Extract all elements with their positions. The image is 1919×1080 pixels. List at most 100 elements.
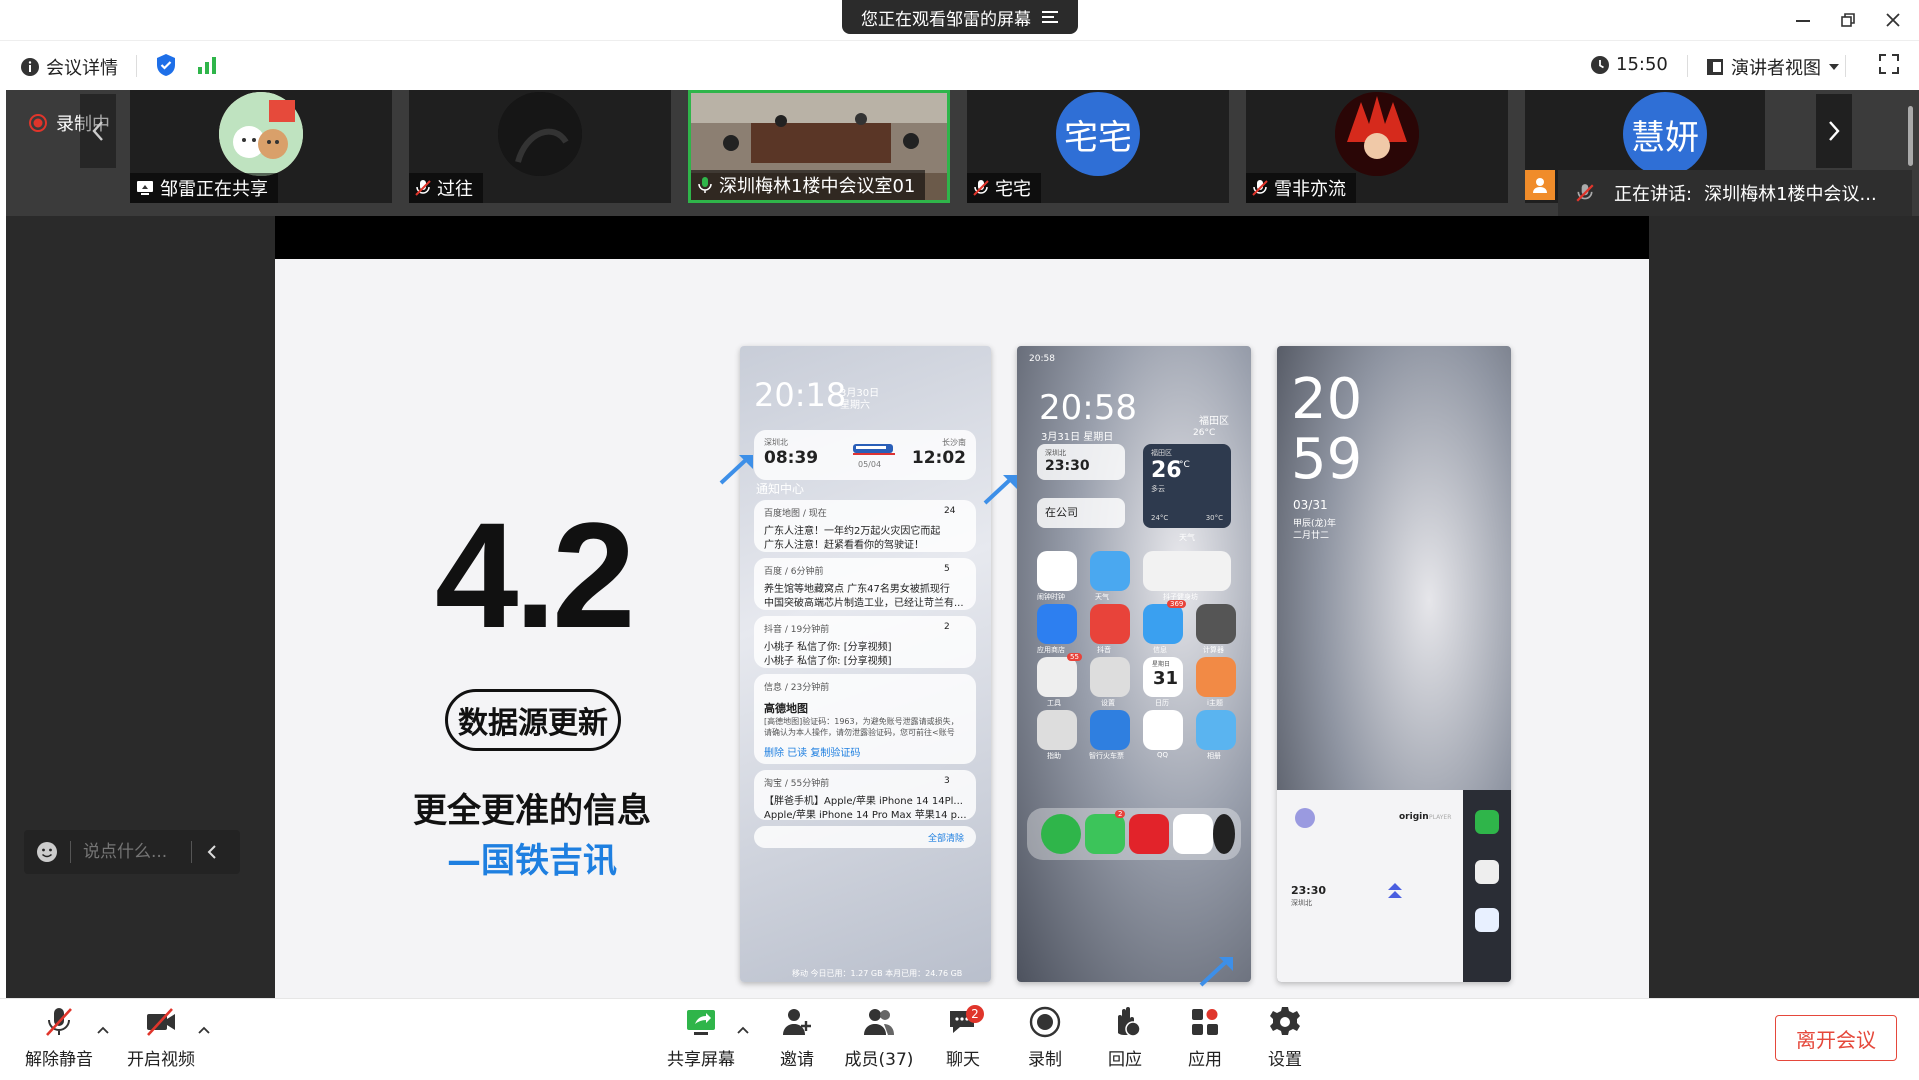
- members-label: 成员(37): [844, 1050, 914, 1070]
- react-button[interactable]: 回应: [1086, 1005, 1164, 1075]
- audio-options-caret[interactable]: [96, 1023, 110, 1039]
- assistant-folder-icon: [1037, 710, 1077, 750]
- meeting-details-label: 会议详情: [46, 58, 118, 79]
- invite-button[interactable]: 邀请: [758, 1005, 836, 1075]
- unmute-label: 解除静音: [25, 1050, 93, 1070]
- share-screen-button[interactable]: 共享屏幕: [662, 1005, 740, 1075]
- app-label: 设置: [1101, 699, 1115, 707]
- avatar: 慧妍: [1623, 92, 1707, 176]
- restore-button[interactable]: [1828, 6, 1868, 34]
- app-label: QQ: [1157, 751, 1169, 759]
- gallery-app-icon: [1196, 710, 1236, 750]
- strip-next-button[interactable]: [1816, 94, 1852, 168]
- participant-tile[interactable]: 邹雷正在共享: [130, 90, 392, 203]
- participant-tile[interactable]: 宅宅 宅宅: [967, 90, 1229, 203]
- aod-minute: 59: [1291, 427, 1363, 492]
- chat-label: 聊天: [946, 1050, 980, 1070]
- participant-name-tag: 宅宅: [967, 173, 1041, 203]
- chevron-up-icon: [198, 1026, 210, 1034]
- app-label: 天气: [1095, 593, 1109, 601]
- meeting-details-button[interactable]: 会议详情: [20, 54, 118, 80]
- record-button[interactable]: 录制: [1006, 1005, 1084, 1075]
- app-label: i主题: [1207, 699, 1223, 707]
- app-label: 相册: [1207, 752, 1221, 760]
- share-options-caret[interactable]: [736, 1023, 750, 1039]
- chat-input[interactable]: [81, 841, 185, 863]
- meeting-clock: 15:50: [1590, 54, 1668, 75]
- security-shield-button[interactable]: [155, 53, 177, 81]
- participant-name: 宅宅: [995, 179, 1031, 200]
- train-date: 05/04: [858, 460, 882, 469]
- train-ticket-app-icon: [1090, 710, 1130, 750]
- members-button[interactable]: 成员(37): [840, 1005, 918, 1075]
- clear-all-label: 全部清除: [927, 834, 964, 844]
- close-button[interactable]: [1873, 6, 1913, 34]
- chat-input-box[interactable]: [24, 830, 240, 874]
- train-dep: 08:39: [764, 448, 819, 468]
- view-mode-dropdown[interactable]: 演讲者视图: [1705, 54, 1841, 80]
- notif-source: 信息 / 23分钟前: [764, 683, 830, 693]
- fullscreen-button[interactable]: [1878, 53, 1900, 79]
- meeting-time: 15:50: [1616, 54, 1668, 75]
- chat-button[interactable]: 聊天: [924, 1005, 1002, 1075]
- fullscreen-icon: [1879, 54, 1899, 74]
- chevron-left-icon[interactable]: [206, 844, 218, 860]
- emoji-icon[interactable]: [36, 841, 58, 863]
- card-shortcut-icon: [1475, 908, 1499, 932]
- settings-button[interactable]: 设置: [1246, 1005, 1324, 1075]
- dark-portrait-avatar-icon: [498, 92, 582, 176]
- participant-tile[interactable]: 雪非亦流: [1246, 90, 1508, 203]
- mic-muted-icon: [46, 1008, 72, 1036]
- slide-top-bar: [275, 216, 1649, 259]
- strip-prev-button[interactable]: [80, 94, 116, 168]
- app-label: 计算器: [1203, 646, 1224, 654]
- aod-media-card: origin PLAYER 23:30 深圳北: [1277, 790, 1463, 982]
- view-mode-label: 演讲者视图: [1731, 58, 1821, 79]
- signal-strength-indicator[interactable]: [196, 54, 218, 80]
- office-label: 在公司: [1045, 506, 1078, 519]
- notif-source: 淘宝 / 55分钟前: [764, 779, 830, 789]
- mic-muted-icon: [1252, 180, 1268, 196]
- data-usage-footer: 移动 今日已用：1.27 GB 本月已用：24.76 GB: [792, 969, 963, 978]
- cartoon-bears-avatar-icon: [219, 92, 303, 176]
- app-label: 信息: [1153, 646, 1167, 654]
- start-video-button[interactable]: 开启视频: [122, 1005, 200, 1075]
- strip-scrollbar[interactable]: [1908, 106, 1913, 166]
- tesla-app-icon: [1129, 814, 1169, 854]
- mic-muted-icon: [973, 180, 989, 196]
- dock: 2: [1027, 808, 1241, 860]
- clock-app-icon: [1037, 551, 1077, 591]
- chevron-right-icon: [1829, 121, 1840, 141]
- mic-active-icon: [698, 177, 712, 193]
- weather-high: 30°C: [1205, 514, 1223, 522]
- notif-count: 5: [944, 564, 950, 574]
- participant-tile[interactable]: 过往: [409, 90, 671, 203]
- phone-app-icon: [1041, 814, 1081, 854]
- divider: [136, 55, 137, 77]
- participant-tile-active[interactable]: 深圳梅林1楼中会议室01: [688, 90, 950, 203]
- divider: [191, 841, 192, 863]
- train-from: 深圳北: [764, 438, 788, 447]
- weather-widget: 福田区 26 °C 多云 24°C 30°C: [1143, 444, 1231, 528]
- trip-from: 深圳北: [1045, 449, 1066, 457]
- app-label: 日历: [1155, 699, 1169, 707]
- notif-line: 中国突破高端芯片制造工业，已经让苛兰有...: [764, 598, 964, 609]
- apps-button[interactable]: 应用: [1166, 1005, 1244, 1075]
- weather-temp: 26: [1151, 458, 1182, 483]
- avatar: [1335, 92, 1419, 176]
- app-badge: 369: [1167, 600, 1187, 608]
- phone-screenshot-notifications: 20:18 3月30日 星期六 深圳北 08:39 05/04 长沙南 12:0…: [740, 346, 991, 982]
- notif-line: 广东人注意！一年约2万起火灾因它而起: [764, 526, 941, 537]
- unmute-button[interactable]: 解除静音: [20, 1005, 98, 1075]
- minimize-button[interactable]: [1783, 6, 1823, 34]
- notif-source: 百度地图 / 现在: [764, 509, 827, 519]
- apps-grid-icon: [1192, 1009, 1218, 1035]
- notif-line: 养生馆等地藏窝点 广东47名男女被抓现行: [764, 584, 950, 595]
- avatar: [498, 92, 582, 176]
- screen-share-icon: [137, 181, 153, 195]
- video-options-caret[interactable]: [197, 1023, 211, 1039]
- leave-meeting-button[interactable]: 离开会议: [1775, 1015, 1897, 1061]
- messages-app-icon: [1143, 604, 1183, 644]
- meeting-room-camera-feed: [691, 93, 947, 173]
- share-banner[interactable]: 您正在观看邹雷的屏幕: [842, 0, 1078, 34]
